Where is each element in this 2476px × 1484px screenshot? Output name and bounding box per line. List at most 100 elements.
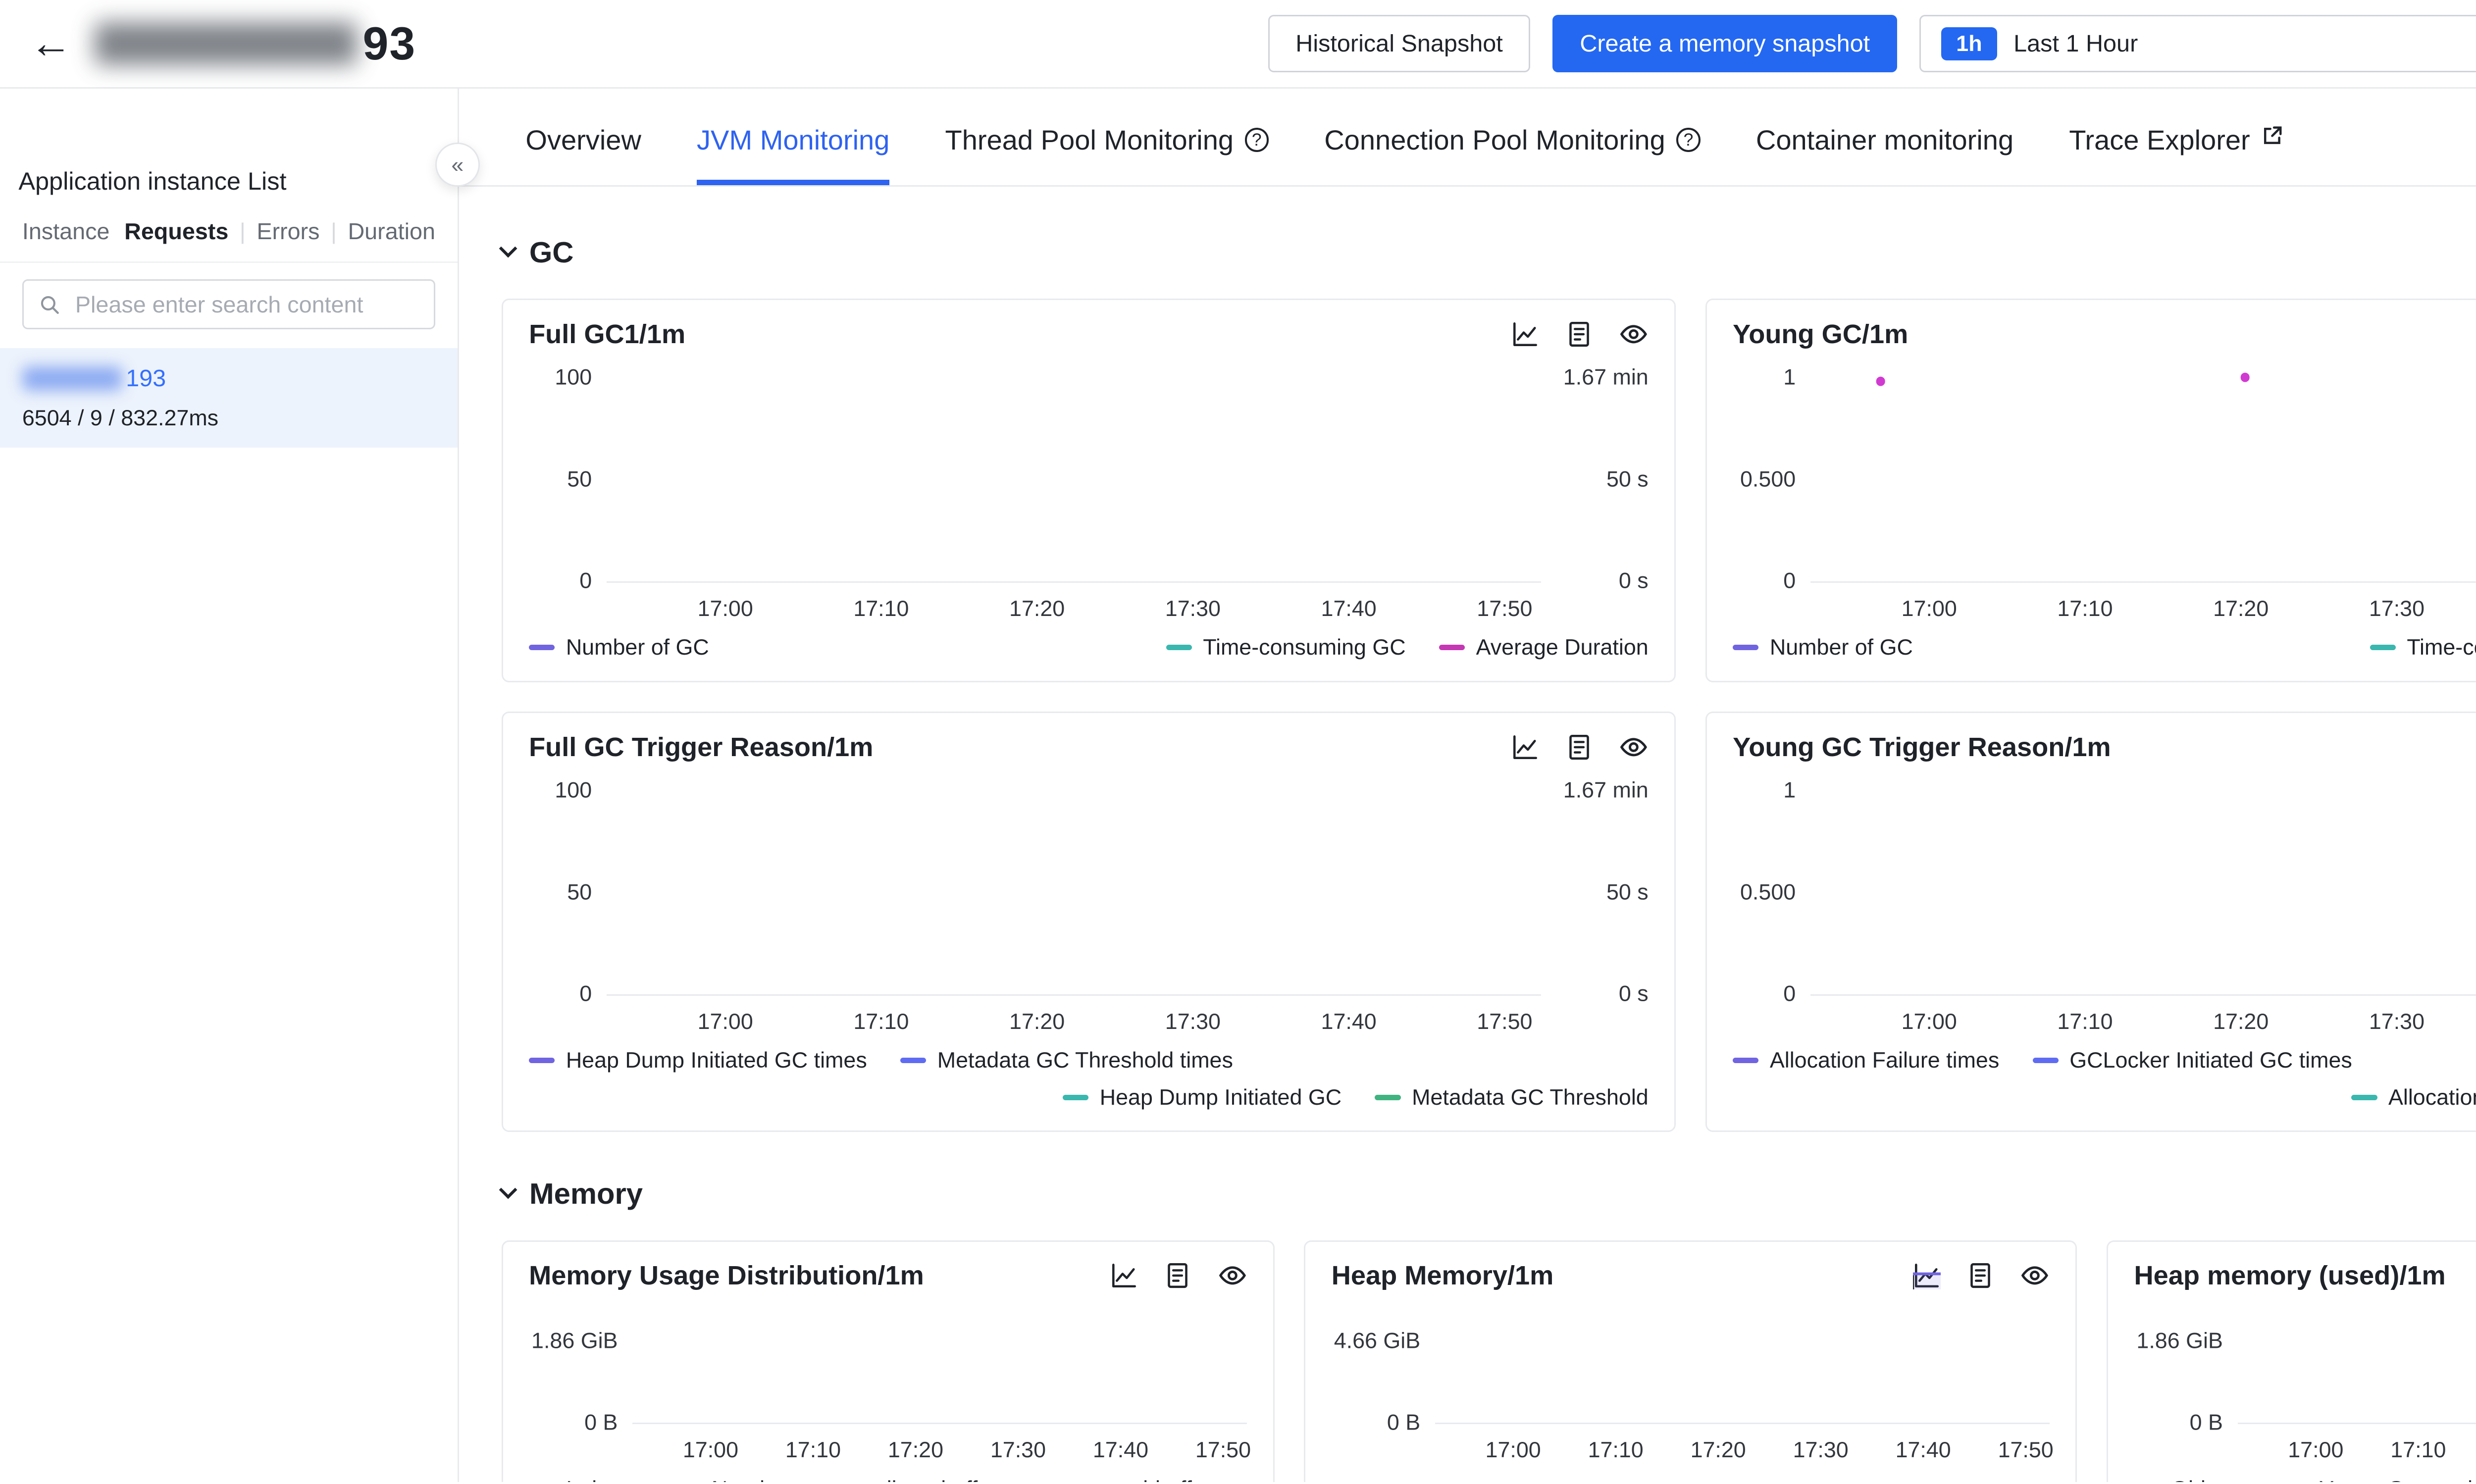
chart-body: 10.5000 17:0017:1017:2017:3017:4017:50 1… xyxy=(1733,375,2476,625)
help-icon[interactable]: ? xyxy=(1676,128,1701,152)
legend-item[interactable]: Heap Dump Initiated GC xyxy=(1063,1084,1341,1110)
legend-item[interactable]: Non-heap xyxy=(674,1476,809,1482)
legend-item[interactable]: Heap Dump Initiated GC times xyxy=(529,1047,867,1073)
legend-item[interactable]: Allocation Failure xyxy=(2351,1084,2476,1110)
time-range-select[interactable]: 1h Last 1 Hour xyxy=(1919,15,2476,72)
legend-item[interactable]: Old age xyxy=(2134,1476,2249,1482)
legend-item[interactable]: Number of GC xyxy=(529,634,709,660)
x-axis: 17:0017:1017:2017:3017:4017:50 xyxy=(1435,1433,2050,1467)
chart-actions xyxy=(1511,732,1649,762)
chart-card-full-gc-trigger: Full GC Trigger Reason/1m xyxy=(502,712,1676,1132)
chart-plot[interactable] xyxy=(1435,1339,2050,1424)
legend-item[interactable]: In-heap xyxy=(529,1476,641,1482)
y-tick: 100 xyxy=(529,364,592,390)
legend-item[interactable]: Time-consuming GC xyxy=(2370,634,2476,660)
help-icon[interactable]: ? xyxy=(1245,128,1269,152)
chart-actions xyxy=(1913,1261,2050,1290)
y-axis-right: 1.67 min50 s0 s xyxy=(1541,777,1649,1007)
sort-errors[interactable]: Errors xyxy=(257,218,319,245)
x-tick: 17:50 xyxy=(1195,1437,1251,1463)
instance-list-item[interactable]: 193 6504 / 9 / 832.27ms xyxy=(0,348,458,448)
chart-plot[interactable] xyxy=(607,375,1541,583)
data-table-icon[interactable] xyxy=(1966,1262,1994,1289)
chart-plot[interactable] xyxy=(1810,375,2476,583)
tab-connection-pool-monitoring[interactable]: Connection Pool Monitoring ? xyxy=(1324,124,1701,186)
data-table-icon[interactable] xyxy=(1565,320,1593,348)
app-title-suffix: 93 xyxy=(362,17,416,70)
tab-container-monitoring[interactable]: Container monitoring xyxy=(1756,124,2013,186)
legend-label: Allocation Failure times xyxy=(1770,1047,1999,1073)
collapse-sidebar-button[interactable]: « xyxy=(435,143,480,187)
back-button[interactable]: ← xyxy=(30,22,72,65)
series-point-marker xyxy=(2240,373,2250,382)
instance-search-box xyxy=(22,279,435,329)
separator: | xyxy=(331,218,337,245)
search-input[interactable] xyxy=(71,289,419,319)
data-table-icon[interactable] xyxy=(1164,1262,1191,1289)
chart-actions xyxy=(1511,319,1649,349)
chart-plot[interactable] xyxy=(1810,788,2476,996)
section-title: Memory xyxy=(529,1177,643,1211)
legend-item[interactable]: Metadata GC Threshold times xyxy=(900,1047,1233,1073)
legend-item[interactable]: mapped-buffer xyxy=(1031,1476,1211,1482)
eye-icon[interactable] xyxy=(1619,732,1649,762)
tab-trace-explorer[interactable]: Trace Explorer xyxy=(2069,124,2283,186)
x-tick: 17:10 xyxy=(853,596,909,621)
chart-plot[interactable] xyxy=(2238,1339,2476,1424)
line-chart-icon[interactable] xyxy=(1511,320,1539,348)
search-icon xyxy=(39,293,60,317)
chart-title: Heap memory (used)/1m xyxy=(2134,1260,2445,1291)
legend-item[interactable]: GCLocker Initiated GC times xyxy=(2033,1047,2352,1073)
create-memory-snapshot-button[interactable]: Create a memory snapshot xyxy=(1552,15,1898,72)
y-tick: 50 xyxy=(529,466,592,492)
chart-plot[interactable] xyxy=(632,1339,1247,1424)
y-tick: 1.67 min xyxy=(1556,777,1649,803)
separator: | xyxy=(240,218,246,245)
legend-label: Average Duration xyxy=(1476,634,1649,660)
legend-item[interactable]: Young Generation Eden District xyxy=(2282,1476,2476,1482)
line-chart-icon[interactable] xyxy=(1511,733,1539,761)
tab-overview[interactable]: Overview xyxy=(525,124,641,186)
legend-label: Time-consuming GC xyxy=(2407,634,2476,660)
legend-swatch xyxy=(1439,645,1465,650)
tab-label: Thread Pool Monitoring xyxy=(945,124,1234,156)
memory-section: Memory Memory Usage Distribution/1m xyxy=(502,1177,2476,1482)
legend-swatch xyxy=(1375,1095,1400,1100)
section-gc-header[interactable]: GC xyxy=(502,235,2476,269)
line-chart-icon[interactable] xyxy=(1913,1262,1941,1289)
y-tick: 0 xyxy=(1733,981,1796,1007)
chart-plot[interactable] xyxy=(607,788,1541,996)
y-axis-right: 1.67 min50 s0 s xyxy=(1541,364,1649,594)
sort-duration[interactable]: Duration xyxy=(348,218,435,245)
instance-stats: 6504 / 9 / 832.27ms xyxy=(22,405,435,431)
eye-icon[interactable] xyxy=(2020,1261,2050,1290)
legend-swatch xyxy=(2351,1095,2377,1100)
y-axis-left: 100500 xyxy=(529,777,607,1007)
legend-label: Metadata GC Threshold xyxy=(1412,1084,1649,1110)
legend-item[interactable]: Time-consuming GC xyxy=(1166,634,1406,660)
legend-swatch xyxy=(900,1058,926,1063)
legend-item[interactable]: Average Duration xyxy=(1439,634,1649,660)
legend-item[interactable]: Allocation Failure times xyxy=(1733,1047,1999,1073)
historical-snapshot-button[interactable]: Historical Snapshot xyxy=(1268,15,1530,72)
main-area: Overview JVM Monitoring Thread Pool Moni… xyxy=(459,89,2476,1482)
y-tick: 0 xyxy=(529,568,592,594)
tab-thread-pool-monitoring[interactable]: Thread Pool Monitoring ? xyxy=(945,124,1269,186)
x-tick: 17:10 xyxy=(785,1437,841,1463)
time-range-badge: 1h xyxy=(1941,27,1997,60)
chart-legend: Heap Dump Initiated GC times Metadata GC … xyxy=(529,1042,1649,1116)
legend-item[interactable]: Number of GC xyxy=(1733,634,1913,660)
x-tick: 17:00 xyxy=(698,596,753,621)
legend-label: Heap Dump Initiated GC times xyxy=(566,1047,867,1073)
tab-jvm-monitoring[interactable]: JVM Monitoring xyxy=(697,124,889,186)
eye-icon[interactable] xyxy=(1218,1261,1247,1290)
y-tick: 1 xyxy=(1733,364,1796,390)
sort-requests[interactable]: Requests xyxy=(124,218,228,245)
line-chart-icon[interactable] xyxy=(1110,1262,1138,1289)
legend-item[interactable]: Metadata GC Threshold xyxy=(1375,1084,1648,1110)
section-memory-header[interactable]: Memory xyxy=(502,1177,2476,1211)
data-table-icon[interactable] xyxy=(1565,733,1593,761)
eye-icon[interactable] xyxy=(1619,319,1649,349)
legend-item[interactable]: direct-buffer xyxy=(842,1476,997,1482)
chart-title: Young GC/1m xyxy=(1733,319,1908,350)
